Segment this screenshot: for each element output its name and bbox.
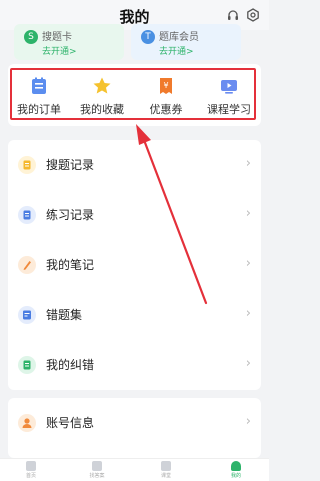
search-card-icon: S (24, 30, 38, 44)
menu-item-label: 我的笔记 (46, 258, 95, 272)
headset-icon[interactable] (226, 8, 240, 22)
tab-label: 找答案 (89, 473, 105, 479)
menu-item-label: 错题集 (46, 308, 83, 322)
quick-link-label: 优惠券 (149, 103, 183, 116)
account-icon (18, 414, 36, 432)
quick-link-label: 课程学习 (207, 103, 251, 116)
chevron-right-icon: › (245, 356, 251, 371)
promo-link[interactable]: 去开通> (159, 44, 194, 57)
home-icon (26, 461, 36, 471)
quick-link-favorites[interactable]: 我的收藏 (70, 72, 134, 118)
quick-link-label: 我的订单 (17, 103, 61, 116)
menu-item-corrections[interactable]: 我的纠错 › (8, 340, 261, 390)
menu-item-account-info[interactable]: 账号信息 › (8, 398, 261, 448)
svg-text:¥: ¥ (163, 81, 168, 90)
menu-item-label: 搜题记录 (46, 158, 95, 172)
tab-find-answers[interactable]: 找答案 (77, 461, 117, 479)
promo-title: 题库会员 (159, 32, 199, 43)
star-icon (92, 76, 112, 96)
order-icon (29, 76, 49, 96)
note-icon (18, 256, 36, 274)
promo-card-member[interactable]: T 题库会员 去开通> (131, 24, 241, 60)
classroom-icon (161, 461, 171, 471)
quick-link-courses[interactable]: 课程学习 (197, 72, 261, 118)
answers-icon (92, 461, 102, 471)
promo-link[interactable]: 去开通> (42, 44, 77, 57)
search-record-icon (18, 156, 36, 174)
course-icon (219, 76, 239, 96)
profile-icon (231, 461, 241, 471)
quick-link-orders[interactable]: 我的订单 (7, 72, 71, 118)
tab-label: 课堂 (160, 473, 171, 479)
tab-classroom[interactable]: 课堂 (146, 461, 186, 479)
tab-home[interactable]: 首页 (11, 461, 51, 479)
tab-mine[interactable]: 我的 (216, 461, 256, 479)
menu-item-notes[interactable]: 我的笔记 › (8, 240, 261, 290)
chevron-right-icon: › (245, 306, 251, 321)
practice-record-icon (18, 206, 36, 224)
quick-link-label: 我的收藏 (80, 103, 124, 116)
chevron-right-icon: › (245, 206, 251, 221)
tab-label: 我的 (230, 473, 241, 479)
chevron-right-icon: › (245, 414, 251, 429)
bottom-tab-bar: 首页 找答案 课堂 我的 (0, 458, 269, 481)
menu-item-mistakes[interactable]: 错题集 › (8, 290, 261, 340)
menu-item-label: 账号信息 (46, 416, 95, 430)
promo-card-search[interactable]: S 搜题卡 去开通> (14, 24, 124, 60)
quick-link-coupons[interactable]: ¥ 优惠券 (134, 72, 198, 118)
menu-item-practice-records[interactable]: 练习记录 › (8, 190, 261, 240)
menu-item-search-records[interactable]: 搜题记录 › (8, 140, 261, 190)
promo-title: 搜题卡 (42, 32, 72, 43)
menu-item-label: 练习记录 (46, 208, 95, 222)
member-icon: T (141, 30, 155, 44)
settings-icon[interactable] (246, 8, 260, 22)
chevron-right-icon: › (245, 156, 251, 171)
tab-label: 首页 (25, 473, 36, 479)
chevron-right-icon: › (245, 256, 251, 271)
coupon-icon: ¥ (156, 76, 176, 96)
menu-item-label: 我的纠错 (46, 358, 95, 372)
mistake-icon (18, 306, 36, 324)
correction-icon (18, 356, 36, 374)
